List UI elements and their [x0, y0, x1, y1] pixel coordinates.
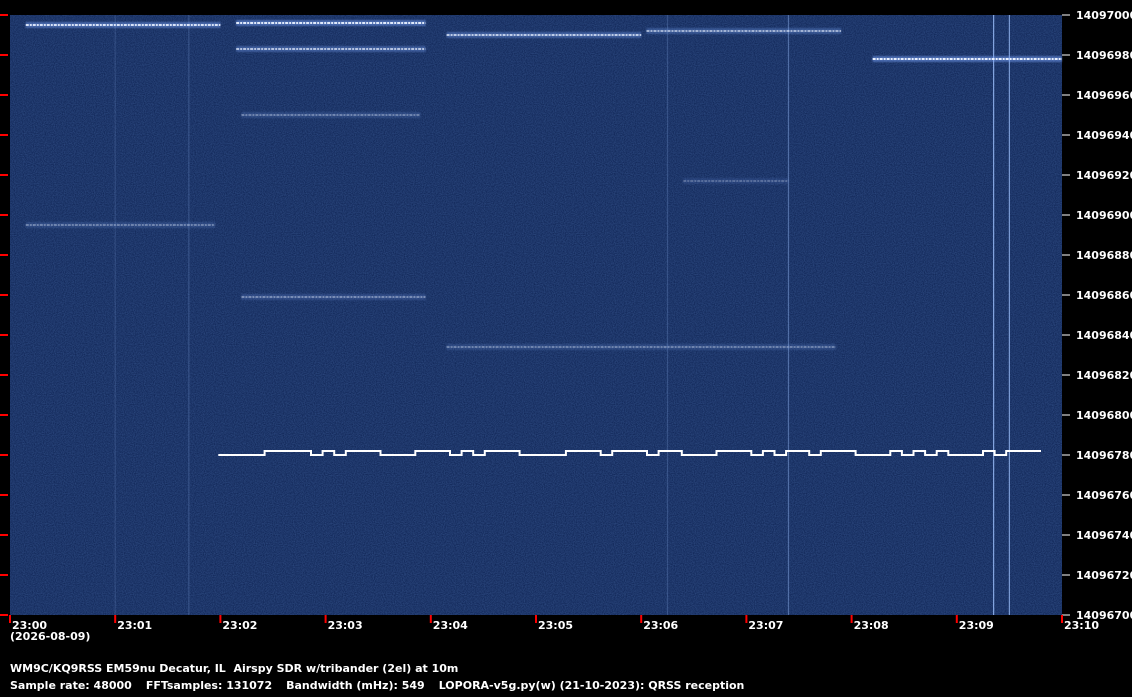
waterfall-plot-area	[10, 15, 1062, 615]
receiver-info: Sample rate: 48000 FFTsamples: 131072 Band…	[10, 679, 758, 692]
y-tick-label: 14096840	[1076, 329, 1132, 342]
y-tick-label: 14096800	[1076, 409, 1132, 422]
y-tick-label: 14096740	[1076, 529, 1132, 542]
x-date-label: (2026-08-09)	[10, 630, 90, 643]
y-tick-label: 14096900	[1076, 209, 1132, 222]
waterfall-noise	[10, 15, 1062, 615]
y-tick-label: 14097000	[1076, 9, 1132, 22]
y-tick-label: 14096880	[1076, 249, 1132, 262]
software-info: LOPORA-v5g.py(w) (21-10-2023): QRSS rece…	[438, 679, 745, 692]
x-axis: 23:00 23:01 23:02 23:03 23:04 23:05 23:06 23:07…	[9, 615, 1099, 632]
fft-samples: FFTsamples: 131072	[145, 679, 273, 692]
y-tick-label: 14096860	[1076, 289, 1132, 302]
x-tick-label: 23:09	[959, 619, 994, 632]
y-tick-label: 14096920	[1076, 169, 1132, 182]
waterfall-chart: 14097000 14096980 14096960 14096940 14096920…	[0, 9, 1132, 643]
x-tick-label: 23:03	[328, 619, 363, 632]
x-tick-label: 23:07	[748, 619, 783, 632]
bandwidth: Bandwidth (mHz): 549	[286, 679, 425, 692]
x-tick-label: 23:02	[222, 619, 257, 632]
x-tick-label: 23:01	[117, 619, 152, 632]
y-tick-label: 14096960	[1076, 89, 1132, 102]
y-tick-label: 14096940	[1076, 129, 1132, 142]
x-tick-label: 23:04	[433, 619, 468, 632]
sample-rate: Sample rate: 48000	[10, 679, 132, 692]
x-tick-label: 23:08	[854, 619, 889, 632]
y-tick-label: 14096820	[1076, 369, 1132, 382]
y-tick-label: 14096980	[1076, 49, 1132, 62]
station-info: WM9C/KQ9RSS EM59nu Decatur, IL Airspy SD…	[10, 662, 459, 675]
y-tick-label: 14096720	[1076, 569, 1132, 582]
y-tick-label: 14096760	[1076, 489, 1132, 502]
x-tick-label: 23:05	[538, 619, 573, 632]
x-tick-label: 23:10	[1064, 619, 1099, 632]
y-tick-label: 14096780	[1076, 449, 1132, 462]
x-tick-label: 23:06	[643, 619, 678, 632]
